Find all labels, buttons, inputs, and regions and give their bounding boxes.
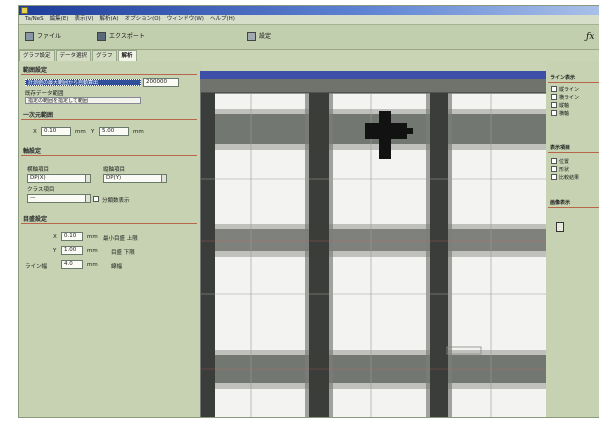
vaxis-label: 縦軸 <box>559 103 570 109</box>
class-item-label: クラス項目 <box>27 187 55 193</box>
options-panel: ライン表示 縦ライン 横ライン 縦軸 横軸 表示項目 位置 形状 比較結果 画像… <box>546 62 599 417</box>
function-button[interactable]: ƒx <box>586 31 594 43</box>
title-bar <box>19 6 599 15</box>
scale-y-prefix: Y <box>53 248 57 254</box>
menu-item-file[interactable]: Ta/NeS <box>25 15 44 24</box>
range-option-custom[interactable]: 指定の範囲を指定して範囲 <box>25 97 141 104</box>
line-width-label: ライン幅 <box>25 264 48 270</box>
divider <box>21 223 197 224</box>
vline-checkbox[interactable] <box>551 86 557 92</box>
vertical-axis-spinner[interactable] <box>161 174 167 183</box>
vertical-axis-label: 縦軸項目 <box>103 167 126 173</box>
section-range-title: 範囲設定 <box>23 67 48 74</box>
toolbar: ファイル エクスポート 設定 ƒx <box>19 25 599 50</box>
horizontal-axis-spinner[interactable] <box>85 174 91 183</box>
image-viewer[interactable] <box>200 79 547 417</box>
image-display-title: 画像表示 <box>550 200 571 206</box>
app-icon <box>21 7 28 14</box>
menu-item-window[interactable]: ウィンドウ(W) <box>167 15 204 24</box>
line-width-field[interactable]: 4.0 <box>61 260 83 269</box>
vertical-axis-select[interactable]: DP(Y) <box>103 174 163 183</box>
scale-x-prefix: X <box>53 234 57 240</box>
vertical-bar <box>430 93 448 417</box>
vertical-bar <box>201 93 215 417</box>
range-max-field[interactable]: 200000 <box>143 78 179 87</box>
scale-max-unit: mm <box>87 248 98 254</box>
haxis-checkbox[interactable] <box>551 110 557 116</box>
file-button-label: ファイル <box>37 33 62 40</box>
tab-graph[interactable]: グラフ <box>92 50 117 61</box>
hline-label: 横ライン <box>559 95 580 101</box>
result-checkbox[interactable] <box>551 174 557 180</box>
scale-min-note: 最小目盛 上限 <box>103 236 138 242</box>
line-width-unit: mm <box>87 262 98 268</box>
divider <box>548 207 599 208</box>
divider <box>548 82 599 83</box>
section-scale-title: 目盛設定 <box>23 216 48 223</box>
x-to-unit: mm <box>133 129 144 135</box>
grid-image <box>201 79 547 417</box>
export-icon <box>97 32 106 41</box>
category-count-label: 分類数表示 <box>102 198 130 204</box>
divider <box>21 155 197 156</box>
export-button[interactable]: エクスポート <box>97 31 145 43</box>
display-items-title: 表示項目 <box>550 145 571 151</box>
section-one-dim-title: 一次元範囲 <box>23 112 54 119</box>
file-button[interactable]: ファイル <box>25 31 61 43</box>
range-option-existing[interactable]: 既存データ範囲 <box>25 89 64 97</box>
export-button-label: エクスポート <box>109 33 145 40</box>
hline-checkbox[interactable] <box>551 94 557 100</box>
horizontal-axis-label: 横軸項目 <box>27 167 50 173</box>
range-option-auto[interactable]: 計測値の最大範囲から自動算出 <box>25 79 141 86</box>
x-to-field[interactable]: 5.00 <box>99 127 129 136</box>
app-window: Ta/NeS 編集(E) 表示(V) 解析(A) オプション(O) ウィンドウ(… <box>18 5 599 418</box>
x-from-unit: mm <box>75 129 86 135</box>
scale-min-unit: mm <box>87 234 98 240</box>
settings-icon <box>247 32 256 41</box>
ruler-band <box>201 79 547 93</box>
result-label: 比較結果 <box>559 175 580 181</box>
position-checkbox[interactable] <box>551 158 557 164</box>
file-icon <box>25 32 34 41</box>
tab-strip: グラフ設定 データ選択 グラフ 解析 <box>19 50 219 61</box>
vline-label: 縦ライン <box>559 87 580 93</box>
horizontal-band <box>201 229 547 251</box>
menu-item-edit[interactable]: 編集(E) <box>50 15 69 24</box>
position-label: 位置 <box>559 159 570 165</box>
line-display-title: ライン表示 <box>550 75 576 81</box>
settings-button[interactable]: 設定 <box>247 31 271 43</box>
line-width-note: 線幅 <box>111 264 123 270</box>
shape-checkbox[interactable] <box>551 166 557 172</box>
tab-data-select[interactable]: データ選択 <box>55 50 92 61</box>
menu-item-view[interactable]: 表示(V) <box>74 15 93 24</box>
x-prefix-label: X <box>33 129 37 135</box>
haxis-label: 横軸 <box>559 111 570 117</box>
vertical-bar <box>309 93 329 417</box>
scale-min-field[interactable]: 0.10 <box>61 232 83 241</box>
viewer-header-bar <box>200 71 546 79</box>
horizontal-axis-select[interactable]: DP(X) <box>27 174 87 183</box>
scale-max-note: 目盛 下限 <box>111 250 135 256</box>
divider <box>21 119 197 120</box>
tab-graph-settings[interactable]: グラフ設定 <box>19 50 55 61</box>
class-item-spinner[interactable] <box>85 194 91 203</box>
menu-bar: Ta/NeS 編集(E) 表示(V) 解析(A) オプション(O) ウィンドウ(… <box>19 15 599 25</box>
vaxis-checkbox[interactable] <box>551 102 557 108</box>
settings-button-label: 設定 <box>259 33 272 40</box>
tab-analysis[interactable]: 解析 <box>117 50 137 61</box>
settings-panel: 範囲設定 計測値の最大範囲から自動算出 200000 既存データ範囲 指定の範囲… <box>19 62 201 417</box>
menu-item-options[interactable]: オプション(O) <box>125 15 161 24</box>
divider <box>548 152 599 153</box>
section-axis-title: 軸設定 <box>23 148 42 155</box>
menu-item-help[interactable]: ヘルプ(H) <box>210 15 235 24</box>
x-to-prefix: Y <box>91 129 95 135</box>
x-from-field[interactable]: 0.10 <box>41 127 71 136</box>
menu-item-analysis[interactable]: 解析(A) <box>100 15 119 24</box>
shape-label: 形状 <box>559 167 570 173</box>
divider <box>21 74 197 75</box>
image-icon[interactable] <box>556 222 564 232</box>
category-count-checkbox[interactable] <box>93 196 99 202</box>
class-item-select[interactable]: — <box>27 194 87 203</box>
scale-max-field[interactable]: 1.00 <box>61 246 83 255</box>
